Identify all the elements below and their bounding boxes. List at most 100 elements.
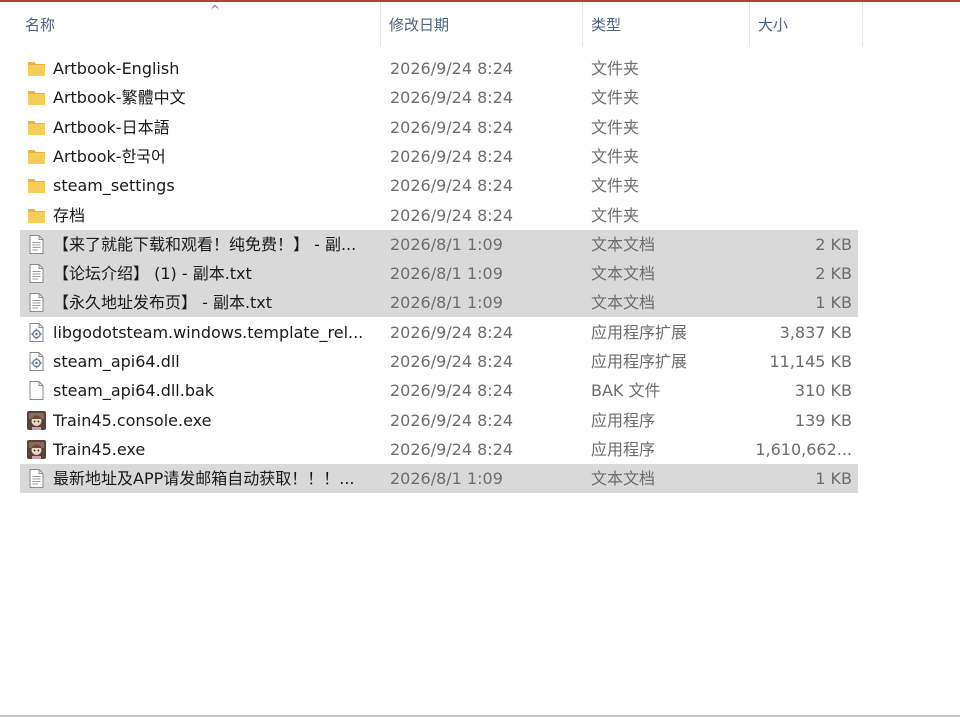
file-modified-date: 2026/9/24 8:24 — [390, 59, 514, 78]
file-row[interactable]: Artbook-한국어 2026/9/24 8:24 文件夹 — [20, 142, 858, 171]
file-row[interactable]: 【来了就能下载和观看！纯免费！】 - 副... 2026/8/1 1:09 文本文档… — [20, 229, 858, 259]
text-file-icon — [26, 468, 47, 489]
file-modified-date: 2026/9/24 8:24 — [390, 439, 514, 459]
folder-icon — [26, 146, 47, 167]
file-name: 存档 — [53, 205, 86, 225]
file-size — [720, 142, 852, 171]
file-size — [720, 83, 852, 112]
folder-icon — [26, 205, 47, 226]
file-type: 应用程序 — [591, 439, 656, 459]
file-type: 应用程序扩展 — [591, 322, 688, 342]
file-modified-date: 2026/9/24 8:24 — [390, 146, 514, 166]
file-row[interactable]: 【永久地址发布页】 - 副本.txt 2026/8/1 1:09 文本文档 1 KB — [20, 288, 858, 318]
folder-icon — [26, 175, 47, 196]
file-row[interactable]: steam_api64.dll 2026/9/24 8:24 应用程序扩展 11,14… — [20, 347, 858, 376]
folder-icon — [26, 58, 47, 79]
file-row[interactable]: steam_api64.dll.bak 2026/9/24 8:24 BAK 文件 3… — [20, 376, 858, 405]
file-row[interactable]: Artbook-日本語 2026/9/24 8:24 文件夹 — [20, 113, 858, 142]
text-file-icon — [26, 234, 47, 255]
file-size — [720, 201, 852, 230]
file-name: 最新地址及APP请发邮箱自动获取！！！... — [53, 469, 355, 489]
file-type: 文件夹 — [591, 117, 640, 137]
file-size: 3,837 KB — [779, 322, 852, 342]
file-name: Train45.console.exe — [53, 410, 212, 430]
file-type: 文件夹 — [591, 88, 640, 108]
file-size: 11,145 KB — [769, 352, 852, 371]
file-name: libgodotsteam.windows.template_rel... — [53, 322, 364, 342]
file-name: Artbook-한국어 — [53, 146, 166, 166]
dll-file-icon — [26, 351, 47, 372]
file-modified-date: 2026/9/24 8:24 — [390, 352, 514, 371]
folder-icon — [26, 87, 47, 108]
file-row[interactable]: Train45.exe 2026/9/24 8:24 应用程序 1,610,662..… — [20, 435, 858, 464]
column-header-type[interactable]: 类型 — [586, 2, 750, 46]
column-header-name-label: 名称 — [25, 16, 56, 34]
file-row[interactable]: 【论坛介绍】 (1) - 副本.txt 2026/8/1 1:09 文本文档 2 KB — [20, 259, 858, 289]
file-type: BAK 文件 — [591, 381, 661, 401]
text-file-icon — [26, 263, 47, 284]
file-type: 文本文档 — [591, 469, 656, 489]
file-row[interactable]: steam_settings 2026/9/24 8:24 文件夹 — [20, 171, 858, 200]
file-modified-date: 2026/9/24 8:24 — [390, 322, 514, 342]
file-modified-date: 2026/9/24 8:24 — [390, 117, 514, 137]
file-size: 1 KB — [815, 469, 852, 489]
file-size — [720, 171, 852, 200]
file-name: steam_api64.dll.bak — [53, 381, 215, 401]
file-size — [720, 113, 852, 142]
file-type: 文件夹 — [591, 146, 640, 166]
file-name: 【永久地址发布页】 - 副本.txt — [53, 293, 273, 313]
file-row[interactable]: libgodotsteam.windows.template_rel... 202… — [20, 318, 858, 347]
file-size: 310 KB — [794, 381, 852, 401]
file-row[interactable]: 最新地址及APP请发邮箱自动获取！！！... 2026/8/1 1:09 文本文档 1… — [20, 464, 858, 494]
file-name: Artbook-日本語 — [53, 117, 170, 137]
file-size: 1 KB — [815, 293, 852, 313]
column-header-bar: 名称 ^ 修改日期 类型 大小 — [0, 2, 960, 46]
file-name: Artbook-English — [53, 59, 180, 78]
column-header-date-label: 修改日期 — [389, 16, 450, 34]
file-name: Train45.exe — [53, 439, 146, 459]
file-type: 文件夹 — [591, 59, 640, 78]
file-name: steam_settings — [53, 176, 175, 196]
file-row[interactable]: Train45.console.exe 2026/9/24 8:24 应用程序 139… — [20, 406, 858, 435]
file-type: 文本文档 — [591, 264, 656, 284]
file-size — [720, 54, 852, 83]
file-modified-date: 2026/8/1 1:09 — [390, 469, 503, 489]
file-modified-date: 2026/9/24 8:24 — [390, 176, 514, 196]
file-type: 应用程序扩展 — [591, 352, 688, 371]
file-size: 2 KB — [815, 234, 852, 254]
dll-file-icon — [26, 322, 47, 343]
column-header-type-label: 类型 — [591, 16, 622, 34]
file-name: 【来了就能下载和观看！纯免费！】 - 副... — [53, 234, 357, 254]
folder-icon — [26, 117, 47, 138]
file-size: 1,610,662... — [755, 439, 852, 459]
file-row[interactable]: 存档 2026/9/24 8:24 文件夹 — [20, 201, 858, 230]
app-exe-icon — [26, 439, 47, 460]
file-row[interactable]: Artbook-English 2026/9/24 8:24 文件夹 — [20, 54, 858, 83]
file-type: 应用程序 — [591, 410, 656, 430]
file-type: 文本文档 — [591, 293, 656, 313]
file-name: 【论坛介绍】 (1) - 副本.txt — [53, 264, 252, 284]
sort-ascending-icon: ^ — [210, 3, 221, 17]
file-modified-date: 2026/8/1 1:09 — [390, 234, 503, 254]
file-modified-date: 2026/9/24 8:24 — [390, 410, 514, 430]
column-header-size-label: 大小 — [758, 16, 789, 34]
file-size: 139 KB — [794, 410, 852, 430]
column-header-date[interactable]: 修改日期 — [384, 2, 583, 46]
file-row[interactable]: Artbook-繁體中文 2026/9/24 8:24 文件夹 — [20, 83, 858, 112]
file-type: 文件夹 — [591, 176, 640, 196]
file-modified-date: 2026/9/24 8:24 — [390, 205, 514, 225]
file-size: 2 KB — [815, 264, 852, 284]
column-header-name[interactable]: 名称 ^ — [20, 2, 381, 46]
file-modified-date: 2026/9/24 8:24 — [390, 381, 514, 401]
blank-file-icon — [26, 380, 47, 401]
file-type: 文本文档 — [591, 234, 656, 254]
file-modified-date: 2026/8/1 1:09 — [390, 264, 503, 284]
text-file-icon — [26, 292, 47, 313]
file-type: 文件夹 — [591, 205, 640, 225]
file-name: steam_api64.dll — [53, 352, 180, 371]
file-name: Artbook-繁體中文 — [53, 88, 186, 108]
file-modified-date: 2026/8/1 1:09 — [390, 293, 503, 313]
file-modified-date: 2026/9/24 8:24 — [390, 88, 514, 108]
column-header-size[interactable]: 大小 — [753, 2, 863, 46]
app-exe-icon — [26, 410, 47, 431]
